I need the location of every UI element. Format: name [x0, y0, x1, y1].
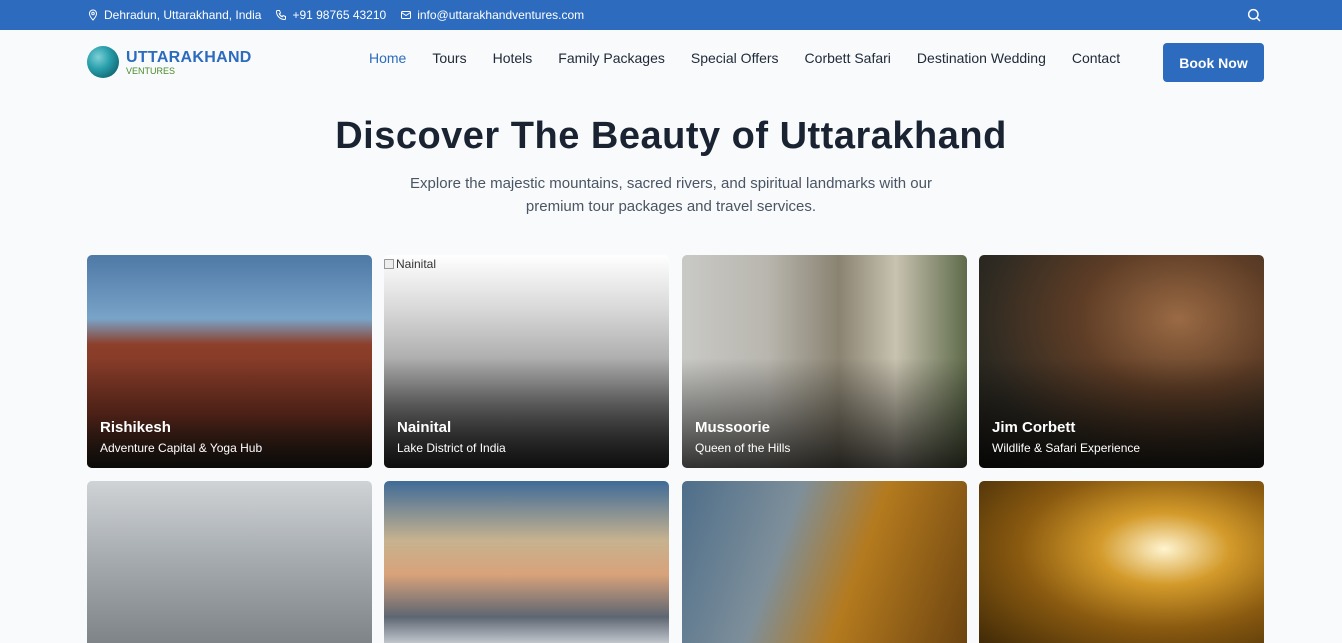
- card-description: Adventure Capital & Yoga Hub: [100, 441, 263, 455]
- location-info: Dehradun, Uttarakhand, India: [87, 8, 261, 22]
- logo-title: UTTARAKHAND: [126, 48, 252, 66]
- nav-corbett-safari[interactable]: Corbett Safari: [805, 50, 891, 66]
- destination-card-nainital[interactable]: Nainital Nainital Lake District of India: [384, 255, 669, 468]
- destination-card-6[interactable]: [384, 481, 669, 643]
- nav-family-packages[interactable]: Family Packages: [558, 50, 665, 66]
- contact-info: Dehradun, Uttarakhand, India +91 98765 4…: [87, 0, 584, 30]
- destination-card-mussoorie[interactable]: Mussoorie Queen of the Hills: [682, 255, 967, 468]
- card-title: Mussoorie: [695, 419, 771, 436]
- main-navbar: UTTARAKHAND VENTURES Home Tours Hotels F…: [0, 30, 1342, 94]
- destination-card-5[interactable]: [87, 481, 372, 643]
- card-description: Queen of the Hills: [695, 441, 791, 455]
- nav-hotels[interactable]: Hotels: [493, 50, 533, 66]
- nav-special-offers[interactable]: Special Offers: [691, 50, 779, 66]
- nav-home[interactable]: Home: [369, 50, 406, 66]
- hero-title: Discover The Beauty of Uttarakhand: [335, 115, 1007, 157]
- destination-card-jim-corbett[interactable]: Jim Corbett Wildlife & Safari Experience: [979, 255, 1264, 468]
- nav-destination-wedding[interactable]: Destination Wedding: [917, 50, 1046, 66]
- nav-menu: Home Tours Hotels Family Packages Specia…: [356, 50, 1133, 66]
- email-text[interactable]: info@uttarakhandventures.com: [417, 8, 584, 22]
- location-text: Dehradun, Uttarakhand, India: [104, 8, 262, 22]
- broken-image-alt: Nainital: [384, 257, 436, 271]
- phone-info[interactable]: +91 98765 43210: [275, 8, 386, 22]
- destination-card-rishikesh[interactable]: Rishikesh Adventure Capital & Yoga Hub: [87, 255, 372, 468]
- card-description: Lake District of India: [397, 441, 506, 455]
- card-title: Nainital: [397, 419, 452, 436]
- card-title: Jim Corbett: [992, 419, 1076, 436]
- card-title: Rishikesh: [100, 419, 171, 436]
- card-description: Wildlife & Safari Experience: [992, 441, 1141, 455]
- hero-subtitle: Explore the majestic mountains, sacred r…: [410, 175, 932, 215]
- site-logo[interactable]: UTTARAKHAND VENTURES: [87, 46, 252, 78]
- image-alt-text: Nainital: [396, 257, 437, 271]
- book-now-button[interactable]: Book Now: [1163, 43, 1264, 82]
- email-info[interactable]: info@uttarakhandventures.com: [400, 8, 584, 22]
- top-contact-bar: Dehradun, Uttarakhand, India +91 98765 4…: [0, 0, 1342, 30]
- destination-card-8[interactable]: [979, 481, 1264, 643]
- logo-subtitle: VENTURES: [126, 65, 176, 76]
- search-icon[interactable]: [1246, 7, 1262, 23]
- broken-image-icon: [384, 259, 394, 269]
- mail-icon: [401, 11, 412, 19]
- logo-emblem-icon: [87, 46, 119, 78]
- destination-card-7[interactable]: [682, 481, 967, 643]
- phone-text[interactable]: +91 98765 43210: [292, 8, 386, 22]
- phone-icon: [276, 10, 287, 21]
- nav-contact[interactable]: Contact: [1072, 50, 1120, 66]
- nav-tours[interactable]: Tours: [432, 50, 466, 66]
- logo-text: UTTARAKHAND VENTURES: [126, 49, 252, 76]
- map-pin-icon: [88, 9, 98, 21]
